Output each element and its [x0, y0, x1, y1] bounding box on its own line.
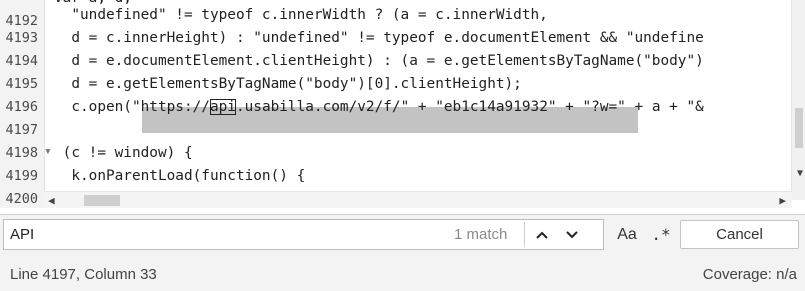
code-text: d = e.getElementsByTagName("body")[0].cl…	[54, 76, 522, 92]
code-line[interactable]: 4198	[0, 119, 805, 161]
code-text: d = e.documentElement.clientHeight) : (a…	[54, 53, 704, 69]
vertical-scrollbar[interactable]: ▼	[791, 0, 805, 200]
code-line[interactable]: 4195 d = e.documentElement.clientHeight)…	[0, 50, 805, 92]
scroll-left-arrow-icon[interactable]: ◀	[48, 192, 55, 208]
code-text: k.onParentLoad(function() {	[54, 168, 306, 184]
code-text: d = c.innerHeight) : "undefined" != type…	[54, 30, 704, 46]
vertical-scroll-thumb[interactable]	[795, 108, 803, 148]
horizontal-scroll-thumb[interactable]	[84, 195, 120, 206]
fold-marker-icon[interactable]: ▾	[44, 140, 52, 163]
search-bar: 1 match Aa .* Cancel	[0, 214, 805, 256]
code-line[interactable]: 4194 d = c.innerHeight) : "undefined" !=…	[0, 27, 805, 69]
code-line[interactable]: 4200 k.onParentLoad(function() {	[0, 165, 805, 207]
code-text: c.open("https://api.usabilla.com/v2/f/" …	[54, 96, 704, 119]
status-bar: Line 4197, Column 33 Coverage: n/a	[0, 255, 805, 291]
code-prefix: c.open("https://	[54, 99, 210, 115]
code-line[interactable]: 4199 ▾ (c != window) {	[0, 140, 805, 184]
scroll-down-arrow-icon[interactable]: ▼	[797, 168, 803, 179]
cursor-position: Line 4197, Column 33	[10, 266, 157, 283]
search-input[interactable]	[3, 219, 604, 250]
match-count: 1 match	[454, 226, 508, 243]
coverage-status[interactable]: Coverage: n/a	[703, 266, 797, 283]
cancel-button[interactable]: Cancel	[680, 220, 799, 249]
code-suffix: .usabilla.com/v2/f/" + "eb1c14a91932" + …	[235, 99, 704, 115]
regex-toggle[interactable]: .*	[648, 222, 674, 247]
chevron-up-icon	[536, 231, 548, 239]
previous-match-button[interactable]	[527, 222, 557, 247]
code-text: (c != window) {	[54, 145, 193, 161]
divider	[524, 222, 525, 247]
code-editor[interactable]: 4192 var a, d; 4193 "undefined" != typeo…	[0, 0, 805, 208]
code-line[interactable]: 4193 "undefined" != typeof c.innerWidth …	[0, 4, 805, 46]
horizontal-scrollbar[interactable]: ◀ ▶	[44, 191, 792, 208]
search-match: api	[209, 99, 236, 115]
code-line[interactable]: 4196 d = e.getElementsByTagName("body")[…	[0, 73, 805, 115]
code-line-current[interactable]: 4197 c.open("https://api.usabilla.com/v2…	[0, 96, 805, 138]
chevron-down-icon	[566, 230, 578, 238]
code-text: "undefined" != typeof c.innerWidth ? (a …	[54, 7, 548, 23]
next-match-button[interactable]	[557, 222, 587, 247]
scroll-right-arrow-icon[interactable]: ▶	[779, 192, 786, 208]
match-case-toggle[interactable]: Aa	[609, 222, 645, 247]
